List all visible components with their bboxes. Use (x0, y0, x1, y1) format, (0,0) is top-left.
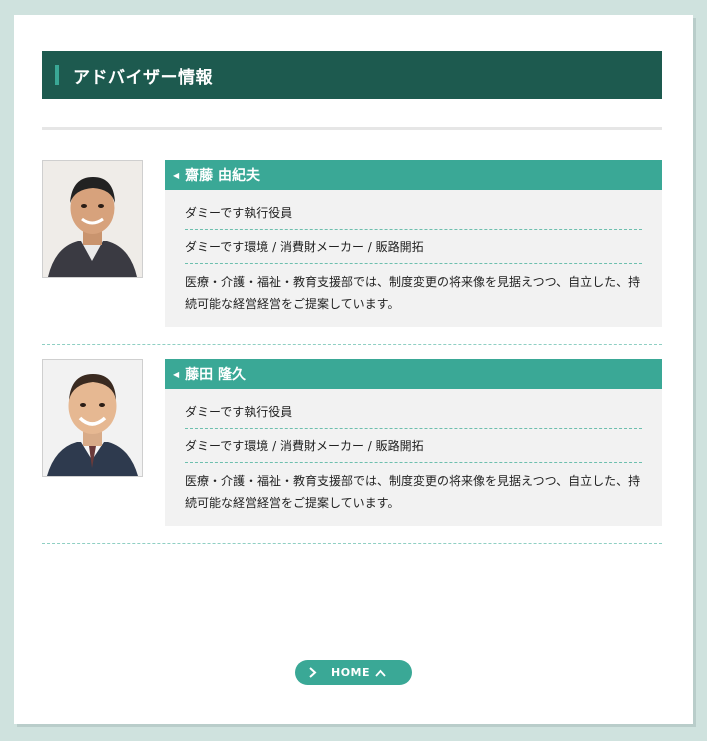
advisor-name-bar: ◀ 齋藤 由紀夫 (165, 160, 662, 190)
divider (42, 127, 662, 130)
advisor-role: ダミーです執行役員 (185, 395, 642, 429)
section-title: アドバイザー情報 (73, 67, 213, 88)
home-label: HOME (331, 666, 371, 679)
advisor-description: 医療・介護・福祉・教育支援部では、制度変更の将来像を見据えつつ、自立した、持続可… (185, 474, 641, 510)
advisor-name-bar: ◀ 藤田 隆久 (165, 359, 662, 389)
advisor-photo (42, 160, 143, 278)
advisor-expertise: ダミーです環境 / 消費財メーカー / 販路開拓 (185, 230, 642, 264)
header-accent-bar (55, 65, 59, 85)
section-header: アドバイザー情報 (42, 51, 662, 99)
advisor-card: ◀ 藤田 隆久 ダミーです執行役員 ダミーです環境 / 消費財メーカー / 販路… (42, 359, 662, 545)
home-button[interactable]: HOME (295, 660, 412, 685)
content-card: アドバイザー情報 ◀ 齋藤 由紀夫 ダミーです執行役員 ダミーです環境 / 消費… (14, 15, 693, 724)
dashed-separator (42, 543, 662, 544)
triangle-left-icon: ◀ (173, 170, 180, 180)
triangle-left-icon: ◀ (173, 369, 180, 379)
advisor-name: 齋藤 由紀夫 (185, 168, 261, 184)
dashed-separator (42, 344, 662, 345)
advisor-info: ◀ 藤田 隆久 ダミーです執行役員 ダミーです環境 / 消費財メーカー / 販路… (165, 359, 662, 526)
advisor-details: ダミーです執行役員 ダミーです環境 / 消費財メーカー / 販路開拓 医療・介護… (165, 389, 662, 526)
advisor-description: 医療・介護・福祉・教育支援部では、制度変更の将来像を見据えつつ、自立した、持続可… (185, 275, 641, 311)
advisor-role: ダミーです執行役員 (185, 196, 642, 230)
advisor-expertise: ダミーです環境 / 消費財メーカー / 販路開拓 (185, 429, 642, 463)
advisor-info: ◀ 齋藤 由紀夫 ダミーです執行役員 ダミーです環境 / 消費財メーカー / 販… (165, 160, 662, 327)
chevron-right-icon (309, 667, 317, 678)
advisor-name: 藤田 隆久 (185, 367, 247, 383)
advisor-photo (42, 359, 143, 477)
chevron-up-icon (375, 669, 386, 677)
advisor-card: ◀ 齋藤 由紀夫 ダミーです執行役員 ダミーです環境 / 消費財メーカー / 販… (42, 160, 662, 346)
advisor-details: ダミーです執行役員 ダミーです環境 / 消費財メーカー / 販路開拓 医療・介護… (165, 190, 662, 327)
